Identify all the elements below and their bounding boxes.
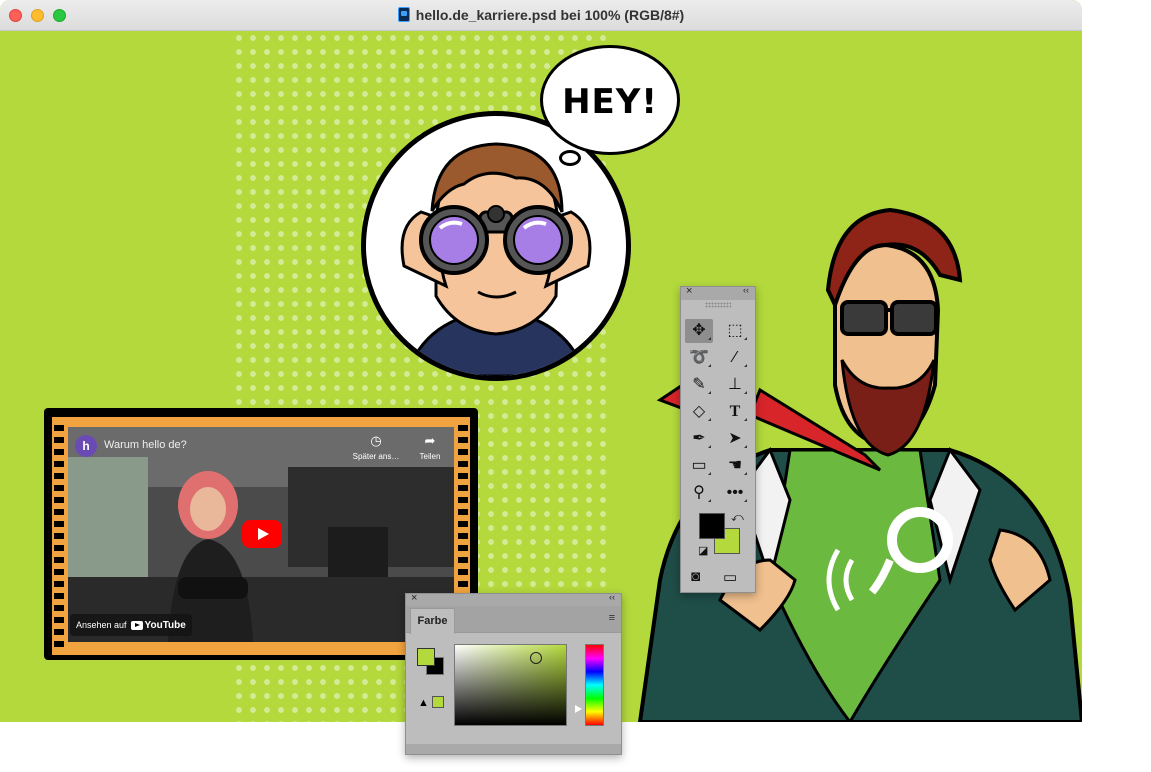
binoculars-man-drawing <box>400 142 592 376</box>
hand-tool-icon[interactable]: ☚ <box>721 454 749 478</box>
collapse-icon[interactable]: ‹‹ <box>609 592 615 602</box>
document-title: hello.de_karriere.psd bei 100% (RGB/8#) <box>0 7 1082 23</box>
watch-later-label: Später ans… <box>352 452 400 461</box>
eraser-tool-icon[interactable]: ◇ <box>685 400 713 424</box>
channel-avatar[interactable]: h <box>75 435 97 457</box>
foreground-color-chip[interactable] <box>417 648 435 666</box>
close-icon[interactable]: × <box>686 285 692 297</box>
share-arrow-icon: ➦ <box>424 433 436 448</box>
brush-tool-icon[interactable]: ✎ <box>685 373 713 397</box>
share-label: Teilen <box>419 452 441 461</box>
youtube-brand-label: YouTube <box>144 620 186 631</box>
desktop: hello.de_karriere.psd bei 100% (RGB/8#) <box>0 0 1151 772</box>
play-button[interactable] <box>242 520 282 548</box>
lasso-tool-icon[interactable]: ➰ <box>685 346 713 370</box>
title-bar: hello.de_karriere.psd bei 100% (RGB/8#) <box>0 0 1082 31</box>
watch-on-youtube-button[interactable]: Ansehen auf YouTube <box>70 614 192 636</box>
speech-bubble-tail <box>559 150 581 166</box>
marquee-tool-icon[interactable]: ⬚ <box>721 319 749 343</box>
path-selection-tool-icon[interactable]: ➤ <box>721 427 749 451</box>
tools-panel-header[interactable]: × ‹‹ <box>681 285 755 300</box>
gamut-warning-icon[interactable]: ▲ <box>418 697 429 709</box>
gamut-correction-swatch[interactable] <box>432 696 444 708</box>
watch-on-label: Ansehen auf <box>76 620 127 630</box>
type-tool-icon[interactable]: T <box>721 400 749 424</box>
clone-stamp-tool-icon[interactable]: ⊥ <box>721 373 749 397</box>
zoom-tool-icon[interactable]: ⚲ <box>685 481 713 505</box>
rectangle-tool-icon[interactable]: ▭ <box>685 454 713 478</box>
share-button[interactable]: ➦ Teilen <box>410 433 450 461</box>
hue-slider[interactable] <box>585 644 604 726</box>
pen-tool-icon[interactable]: ✒ <box>685 427 713 451</box>
move-tool-icon[interactable]: ✥ <box>685 319 713 343</box>
screen-mode-icon[interactable]: ▭ <box>723 568 737 586</box>
hey-speech-bubble: HEY! <box>540 45 680 155</box>
document-title-text: hello.de_karriere.psd bei 100% (RGB/8#) <box>415 7 685 23</box>
clock-icon: ◷ <box>370 433 382 448</box>
collapse-icon[interactable]: ‹‹ <box>743 285 749 295</box>
tab-farbe[interactable]: Farbe <box>410 608 455 634</box>
swap-colors-icon[interactable]: ⤺ <box>731 510 744 525</box>
hue-slider-handle[interactable] <box>575 705 582 713</box>
magic-wand-tool-icon[interactable]: ⁄ <box>721 346 749 370</box>
left-film-sprockets <box>54 425 64 647</box>
foreground-color-swatch[interactable] <box>699 513 725 539</box>
psd-file-icon <box>397 7 410 22</box>
color-picker-marker[interactable] <box>530 652 542 664</box>
youtube-logo-icon <box>130 620 143 630</box>
panel-menu-icon[interactable]: ≡ <box>609 612 615 624</box>
panel-grip[interactable] <box>705 302 731 308</box>
speech-bubble-text: HEY! <box>562 82 658 122</box>
color-panel: × ‹‹ Farbe ≡ ▲ <box>405 592 622 755</box>
saturation-brightness-field[interactable] <box>454 644 567 726</box>
quick-mask-icon[interactable]: ◙ <box>691 568 700 585</box>
video-title[interactable]: Warum hello de? <box>104 439 187 451</box>
close-icon[interactable]: × <box>411 592 417 604</box>
color-panel-header[interactable]: × ‹‹ <box>406 592 621 606</box>
color-panel-tab-bar: Farbe ≡ <box>406 606 621 634</box>
panel-resize-bar[interactable] <box>406 744 621 754</box>
default-colors-icon[interactable]: ◪ <box>698 544 708 557</box>
video-player[interactable]: h Warum hello de? ◷ Später ans… ➦ Teilen… <box>68 427 454 642</box>
tools-panel: × ‹‹ ✥ ⬚ ➰ ⁄ ✎ ⊥ ◇ T ✒ ➤ ▭ ☚ ⚲ ••• ⤺ ◪ ◙… <box>680 285 756 593</box>
more-tools-icon[interactable]: ••• <box>721 481 749 505</box>
watch-later-button[interactable]: ◷ Später ans… <box>350 433 402 461</box>
